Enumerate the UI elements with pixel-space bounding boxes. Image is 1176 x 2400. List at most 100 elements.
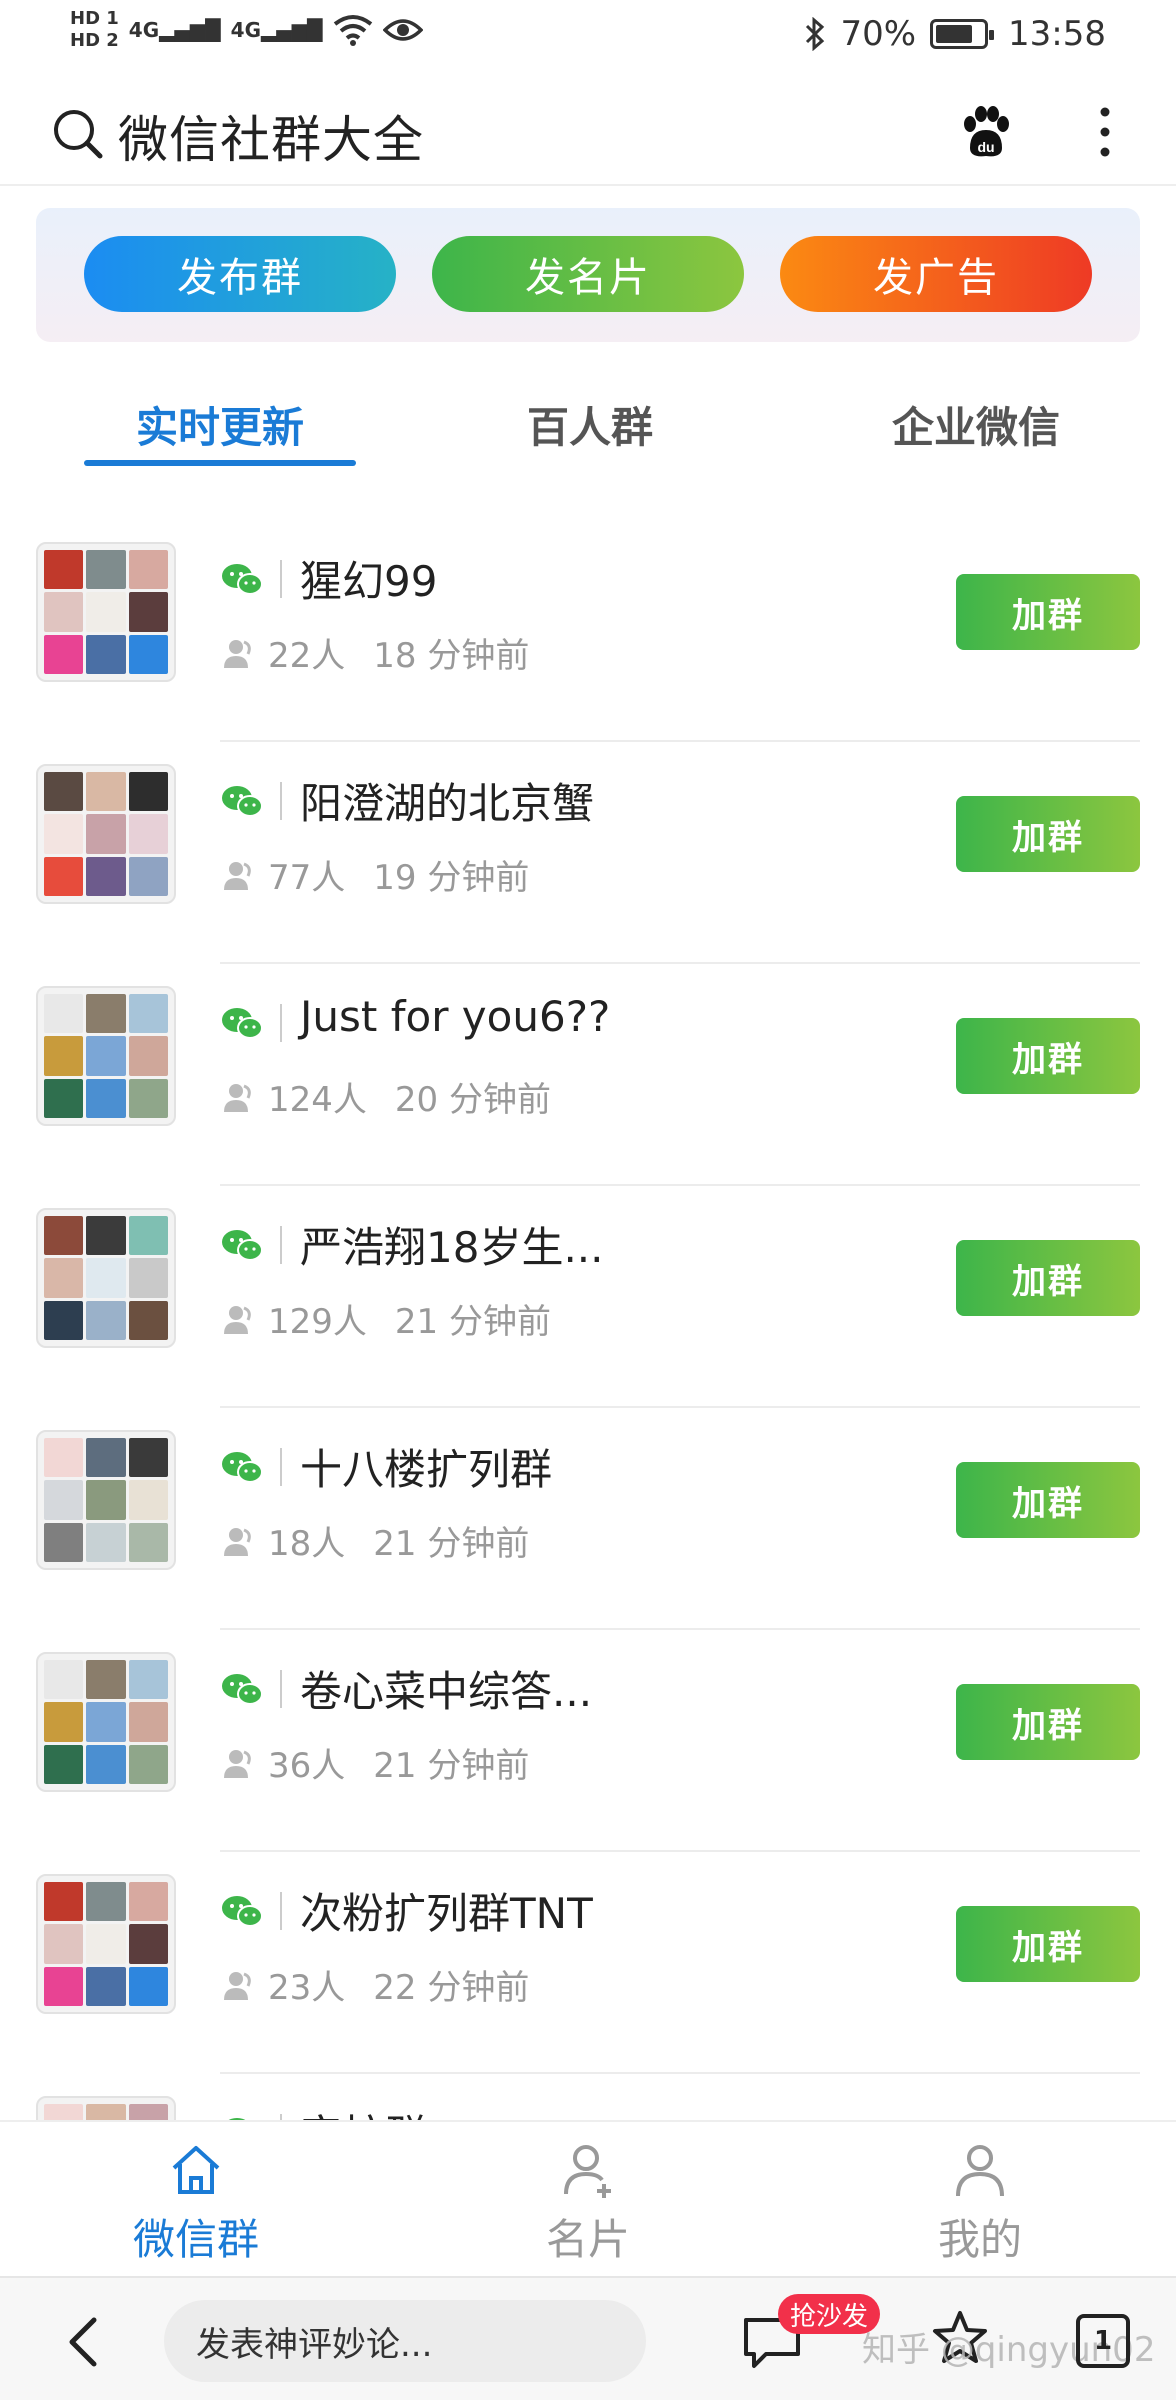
list-item[interactable]: 审核群加群 [0, 2074, 1176, 2120]
group-name[interactable]: Just for you6?? [300, 992, 610, 1041]
group-name[interactable]: 猩幻99 [300, 548, 437, 609]
list-item[interactable]: 猩幻99 22人 18 分钟前 加群 [0, 520, 1176, 742]
avatar-tile [128, 1966, 168, 2006]
list-item[interactable]: 严浩翔18岁生... 129人 21 分钟前 加群 [0, 1186, 1176, 1408]
wechat-icon [222, 1230, 263, 1261]
tab-enterprise-wechat[interactable]: 企业微信 [836, 394, 1116, 455]
group-meta: 77人 19 分钟前 [222, 850, 529, 899]
avatar-tile [128, 1036, 168, 1076]
avatar-tile [128, 1300, 168, 1340]
group-name[interactable]: 审核群 [300, 2102, 426, 2120]
avatar-tile [44, 1924, 84, 1964]
separator [280, 1670, 282, 1708]
group-avatar[interactable] [36, 764, 176, 904]
list-item[interactable]: 次粉扩列群TNT 23人 22 分钟前 加群 [0, 1852, 1176, 2074]
group-avatar[interactable] [36, 1430, 176, 1570]
tab-realtime[interactable]: 实时更新 [84, 394, 356, 455]
avatar-tile [86, 1522, 126, 1562]
signal-icon-2: 4G▂▄▆█ [230, 18, 323, 42]
group-avatar[interactable] [36, 1208, 176, 1348]
search-icon[interactable] [50, 106, 106, 162]
members-icon [224, 1527, 251, 1556]
group-meta: 124人 20 分钟前 [222, 1072, 551, 1121]
network-type-2: 4G [230, 18, 262, 42]
avatar-tile [86, 550, 126, 590]
avatar-tile [44, 1702, 84, 1742]
publish-ad-button[interactable]: 发广告 [780, 236, 1092, 312]
join-group-button[interactable]: 加群 [956, 1906, 1140, 1982]
avatar-tile [86, 1216, 126, 1256]
avatar-tile [86, 814, 126, 854]
baidu-paw-icon[interactable]: du [956, 102, 1016, 162]
avatar-tile [86, 1438, 126, 1478]
tab-underline [84, 460, 356, 466]
avatar-tile [86, 772, 126, 812]
join-group-button[interactable]: 加群 [956, 1684, 1140, 1760]
publish-group-button[interactable]: 发布群 [84, 236, 396, 312]
list-item[interactable]: 卷心菜中综答... 36人 21 分钟前 加群 [0, 1630, 1176, 1852]
avatar-tile [44, 856, 84, 896]
avatar-tile [128, 1258, 168, 1298]
avatar-tile [44, 1480, 84, 1520]
browser-bar: 发表神评妙论... 抢沙发 知乎 @qingyun02 1 [0, 2276, 1176, 2400]
publish-card-button[interactable]: 发名片 [432, 236, 744, 312]
members-icon [224, 861, 251, 890]
member-count: 129人 [268, 1302, 367, 1342]
group-name[interactable]: 十八楼扩列群 [300, 1436, 552, 1497]
join-group-button[interactable]: 加群 [956, 796, 1140, 872]
join-group-button[interactable]: 加群 [956, 1462, 1140, 1538]
tab-hundred-group[interactable]: 百人群 [470, 394, 710, 455]
member-count: 18人 [268, 1524, 346, 1564]
nav-mine[interactable]: 我的 [880, 2140, 1080, 2267]
group-meta: 129人 21 分钟前 [222, 1294, 551, 1343]
group-avatar[interactable] [36, 1652, 176, 1792]
category-tabs: 实时更新 百人群 企业微信 [0, 370, 1176, 480]
avatar-tile [86, 1744, 126, 1784]
group-avatar[interactable] [36, 542, 176, 682]
page-title[interactable]: 微信社群大全 [118, 100, 424, 172]
bottom-nav: 微信群 名片 我的 [0, 2120, 1176, 2274]
avatar-tile [128, 1216, 168, 1256]
list-item[interactable]: 十八楼扩列群 18人 21 分钟前 加群 [0, 1408, 1176, 1630]
list-item[interactable]: Just for you6?? 124人 20 分钟前 加群 [0, 964, 1176, 1186]
more-options-icon[interactable] [1090, 102, 1120, 162]
group-name[interactable]: 卷心菜中综答... [300, 1658, 592, 1719]
avatar-tile [128, 634, 168, 674]
avatar-tile [44, 814, 84, 854]
nav-wechat-group[interactable]: 微信群 [96, 2140, 296, 2267]
search-header: 微信社群大全 du [0, 78, 1176, 186]
members-icon [224, 1305, 251, 1334]
avatar-tile [86, 1966, 126, 2006]
group-avatar[interactable] [36, 986, 176, 1126]
tabs-count-icon[interactable]: 1 [1076, 2314, 1130, 2368]
group-name[interactable]: 次粉扩列群TNT [300, 1880, 593, 1941]
avatar-tile [128, 1438, 168, 1478]
join-group-button[interactable]: 加群 [956, 574, 1140, 650]
nav-card[interactable]: 名片 [488, 2140, 688, 2267]
separator [280, 1004, 282, 1042]
group-avatar[interactable] [36, 2096, 176, 2120]
avatar-tile [44, 1522, 84, 1562]
join-group-button[interactable]: 加群 [956, 1240, 1140, 1316]
update-time: 21 分钟前 [373, 1524, 530, 1564]
avatar-tile [128, 592, 168, 632]
members-icon [224, 639, 251, 668]
join-group-button[interactable]: 加群 [956, 1018, 1140, 1094]
group-avatar[interactable] [36, 1874, 176, 2014]
avatar-tile [128, 1078, 168, 1118]
group-name[interactable]: 阳澄湖的北京蟹 [300, 770, 594, 831]
avatar-tile [86, 634, 126, 674]
members-icon [224, 1971, 251, 2000]
avatar-tile [128, 2104, 168, 2120]
avatar-tile [44, 634, 84, 674]
member-count: 22人 [268, 636, 346, 676]
avatar-tile [128, 856, 168, 896]
back-icon[interactable] [64, 2314, 104, 2370]
list-item[interactable]: 阳澄湖的北京蟹 77人 19 分钟前 加群 [0, 742, 1176, 964]
avatar-tile [128, 1882, 168, 1922]
update-time: 21 分钟前 [373, 1746, 530, 1786]
svg-text:du: du [977, 139, 994, 155]
group-name[interactable]: 严浩翔18岁生... [300, 1214, 604, 1275]
comment-input[interactable]: 发表神评妙论... [164, 2300, 646, 2382]
avatar-tile [86, 1882, 126, 1922]
